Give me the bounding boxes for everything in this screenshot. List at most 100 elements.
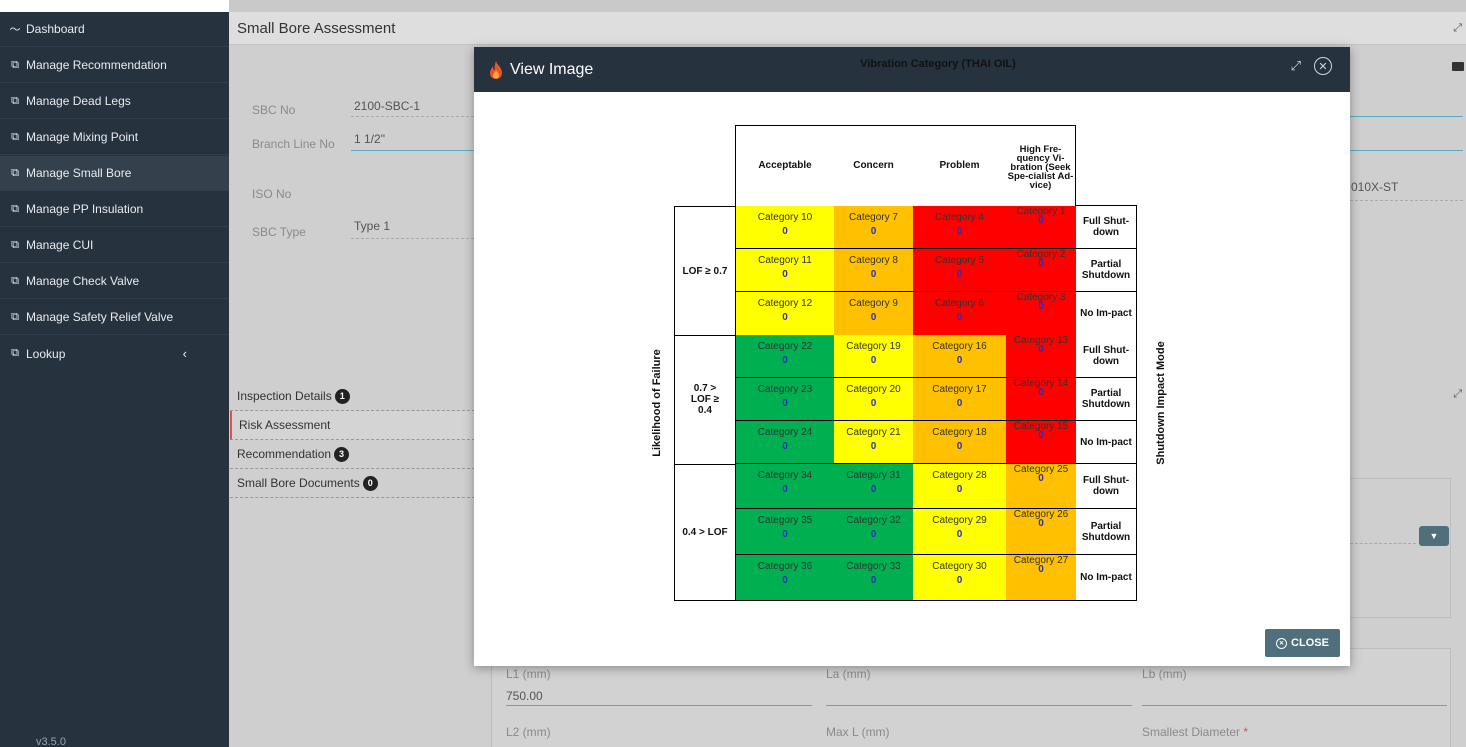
expand-icon[interactable]: ⤢ xyxy=(1453,22,1462,35)
sbc-type-label: SBC Type xyxy=(252,225,306,239)
category-count: 0 xyxy=(782,226,788,237)
sidebar-item-dashboard[interactable]: 〜 Dashboard xyxy=(0,12,229,47)
sidebar-item-label: Manage Check Valve xyxy=(26,274,140,288)
category-count: 0 xyxy=(956,398,963,409)
category-count: 0 xyxy=(782,355,788,366)
category-count: 0 xyxy=(1038,564,1044,575)
l1-value[interactable]: 750.00 xyxy=(506,689,543,703)
matrix-cell: Category 32 0 xyxy=(834,509,914,555)
category-label: Category 4 xyxy=(935,212,984,223)
category-label: Category 20 xyxy=(846,384,901,395)
lb-label: Lb (mm) xyxy=(1142,667,1187,681)
category-count: 0 xyxy=(1038,473,1044,484)
category-count: 0 xyxy=(956,269,963,280)
count-badge: 3 xyxy=(334,446,350,462)
right-axis-label: Shutdown Impact Mode xyxy=(1155,341,1167,465)
impact-label: No Im-pact xyxy=(1076,292,1137,336)
tab-inspection-details[interactable]: Inspection Details 1 xyxy=(230,382,475,411)
matrix-cell: Category 22 0 xyxy=(735,335,835,378)
layers-icon: ⧉ xyxy=(11,58,19,71)
matrix-cell: Category 33 0 xyxy=(834,555,914,601)
sidebar-item-lookup[interactable]: ⧉ Lookup ‹ xyxy=(0,336,229,371)
chevron-left-icon: ‹ xyxy=(182,346,187,361)
required-mark: * xyxy=(1243,725,1249,739)
fullscreen-icon[interactable]: ⤢ xyxy=(1291,58,1302,74)
category-count: 0 xyxy=(782,484,788,495)
sidebar-item-label: Manage Mixing Point xyxy=(26,130,139,144)
matrix-cell: Category 34 0 xyxy=(735,464,835,509)
category-count: 0 xyxy=(782,441,788,452)
layers-icon: ⧉ xyxy=(11,94,19,107)
sidebar-item-manage-dead-legs[interactable]: ⧉ Manage Dead Legs xyxy=(0,84,229,119)
layers-icon: ⧉ xyxy=(11,166,19,179)
close-button[interactable]: ✕ CLOSE xyxy=(1265,629,1340,657)
category-count: 0 xyxy=(870,312,877,323)
category-label: Category 21 xyxy=(846,427,901,438)
sidebar-item-manage-recommendation[interactable]: ⧉ Manage Recommendation xyxy=(0,48,229,83)
matrix-cell: Category 12 0 xyxy=(735,292,835,336)
category-label: Category 7 xyxy=(849,212,898,223)
sidebar-item-manage-safety-relief-valve[interactable]: ⧉ Manage Safety Relief Valve xyxy=(0,300,229,335)
smallest-diameter-label: Smallest Diameter * xyxy=(1142,725,1249,739)
sidebar-item-label: Manage Dead Legs xyxy=(26,94,131,108)
category-count: 0 xyxy=(956,529,963,540)
sidebar-item-manage-small-bore[interactable]: ⧉ Manage Small Bore xyxy=(0,156,229,191)
impact-label: Full Shut-down xyxy=(1076,206,1137,249)
tab-recommendation[interactable]: Recommendation 3 xyxy=(230,440,475,469)
category-label: Category 34 xyxy=(757,470,813,481)
sidebar-item-manage-cui[interactable]: ⧉ Manage CUI xyxy=(0,228,229,263)
category-label: Category 35 xyxy=(757,515,813,526)
category-count: 0 xyxy=(1038,344,1044,355)
impact-label: Full Shut-down xyxy=(1076,335,1137,378)
category-label: Category 24 xyxy=(757,427,813,438)
category-count: 0 xyxy=(782,312,788,323)
matrix-cell: Category 4 0 xyxy=(913,206,1007,249)
dropdown-button[interactable]: ▼ xyxy=(1419,526,1449,546)
impact-label: Partial Shutdown xyxy=(1076,249,1137,292)
category-count: 0 xyxy=(1038,301,1044,312)
matrix-cell: Category 10 xyxy=(1006,206,1077,249)
detail-tabs: Inspection Details 1 Risk Assessment Reco… xyxy=(230,382,475,498)
branch-line-value[interactable]: 1 1/2" xyxy=(354,132,385,146)
category-count: 0 xyxy=(1038,387,1044,398)
lof-group-label: LOF ≥ 0.7 xyxy=(674,206,736,336)
close-icon[interactable]: ✕ xyxy=(1314,57,1332,75)
page-title: Small Bore Assessment xyxy=(237,19,396,37)
category-count: 0 xyxy=(1038,430,1044,441)
sidebar-item-manage-check-valve[interactable]: ⧉ Manage Check Valve xyxy=(0,264,229,299)
matrix-cell: Category 18 0 xyxy=(913,421,1007,464)
impact-top-border xyxy=(1076,205,1137,206)
matrix-cell: Category 29 0 xyxy=(913,509,1007,555)
impact-label: No Im-pact xyxy=(1076,555,1137,601)
category-label: Category 28 xyxy=(932,470,987,481)
category-label: Category 32 xyxy=(846,515,901,526)
matrix-cell: Category 23 0 xyxy=(735,378,835,421)
close-circle-icon: ✕ xyxy=(1276,637,1288,649)
layers-icon: ⧉ xyxy=(11,310,19,323)
sidebar-item-manage-mixing-point[interactable]: ⧉ Manage Mixing Point xyxy=(0,120,229,155)
folder-icon[interactable] xyxy=(1452,62,1464,71)
matrix-cell: Category 24 0 xyxy=(735,421,835,464)
lof-group-label: 0.7 > LOF ≥ 0.4 xyxy=(674,335,736,465)
category-label: Category 12 xyxy=(757,298,813,309)
sbc-no-label: SBC No xyxy=(252,103,296,117)
sidebar-item-manage-pp-insulation[interactable]: ⧉ Manage PP Insulation xyxy=(0,192,229,227)
expand-icon[interactable]: ⤢ xyxy=(1453,388,1462,401)
matrix-cell: Category 10 0 xyxy=(735,206,835,249)
matrix-cell: Category 20 xyxy=(1006,249,1077,292)
category-label: Category 8 xyxy=(849,255,898,266)
impact-label: Full Shut-down xyxy=(1076,464,1137,509)
sidebar-item-label: Manage Recommendation xyxy=(26,58,167,72)
category-count: 0 xyxy=(870,441,877,452)
category-count: 0 xyxy=(870,529,877,540)
layers-icon: ⧉ xyxy=(11,238,19,251)
tab-risk-assessment[interactable]: Risk Assessment xyxy=(230,411,475,440)
impact-label: Partial Shutdown xyxy=(1076,378,1137,421)
category-count: 0 xyxy=(870,575,877,586)
l1-label: L1 (mm) xyxy=(506,667,551,681)
sidebar-top-strip xyxy=(0,0,229,12)
category-label: Category 33 xyxy=(846,561,901,572)
layers-icon: ⧉ xyxy=(11,130,19,143)
tab-small-bore-documents[interactable]: Small Bore Documents 0 xyxy=(230,469,475,498)
category-count: 0 xyxy=(1038,258,1044,269)
